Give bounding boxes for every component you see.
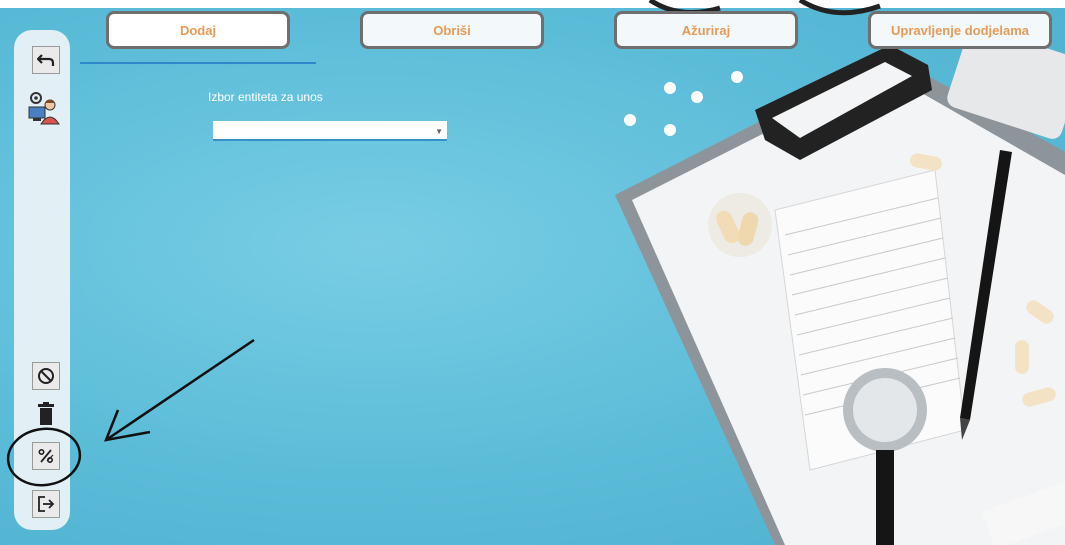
cancel-icon[interactable] — [32, 362, 60, 390]
tab-azuriraj[interactable]: Ažuriraj — [614, 11, 798, 49]
tab-upravljanje-dodjelama[interactable]: Upravljenje dodjelama — [868, 11, 1052, 49]
tab-dodaj[interactable]: Dodaj — [106, 11, 290, 49]
undo-icon[interactable] — [32, 46, 60, 74]
active-tab-underline — [80, 62, 316, 64]
sidebar — [14, 30, 70, 530]
chevron-down-icon: ▼ — [435, 127, 443, 136]
desk-scene-illustration — [560, 0, 1065, 545]
tab-obrisi[interactable]: Obriši — [360, 11, 544, 49]
logout-icon[interactable] — [32, 490, 60, 518]
percent-edit-icon[interactable] — [32, 442, 60, 470]
entity-select[interactable]: ▼ — [213, 121, 447, 141]
trash-icon[interactable] — [32, 400, 60, 428]
entity-select-label: Izbor entiteta za unos — [208, 90, 323, 104]
admin-user-icon[interactable] — [26, 90, 60, 128]
